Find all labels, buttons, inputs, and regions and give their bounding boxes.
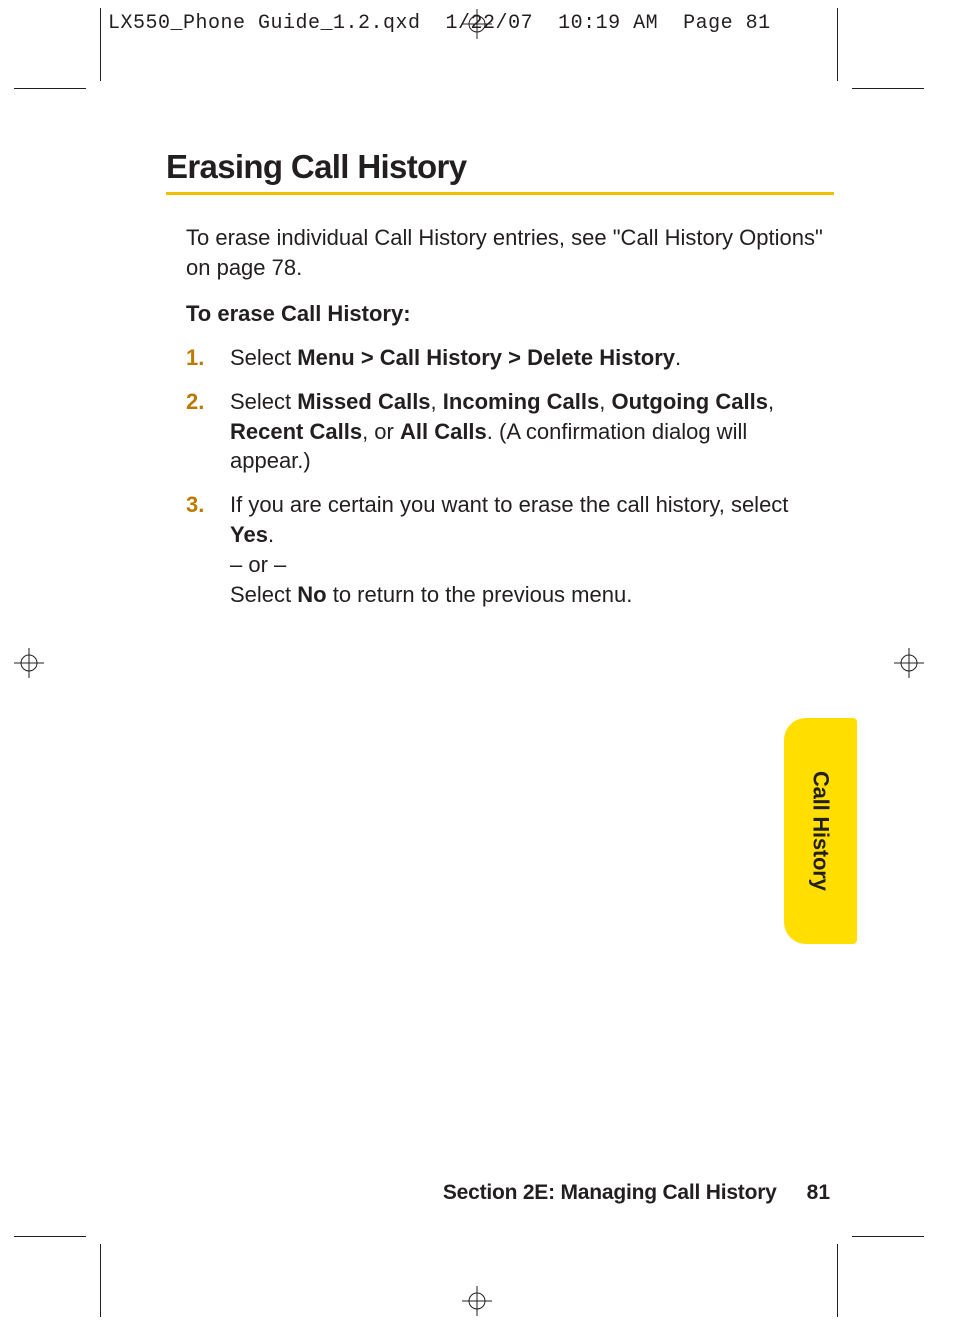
text: Select [230,389,297,414]
choice-no: No [297,582,326,607]
text: , [599,389,611,414]
menu-path: Menu > Call History > Delete History [297,345,675,370]
step-2: 2. Select Missed Calls, Incoming Calls, … [186,387,834,477]
or-separator: – or – [230,550,834,580]
procedure-heading: To erase Call History: [186,299,834,329]
option: All Calls [400,419,487,444]
side-tab-label: Call History [808,771,834,891]
option: Incoming Calls [443,389,599,414]
text: If you are certain you want to erase the… [230,492,788,517]
step-number: 2. [186,387,230,477]
step-text: Select Missed Calls, Incoming Calls, Out… [230,387,834,477]
page-title: Erasing Call History [166,148,834,186]
text: Select [230,345,297,370]
registration-mark-icon [14,648,44,678]
step-text: Select Menu > Call History > Delete Hist… [230,343,834,373]
print-slug: LX550_Phone Guide_1.2.qxd 1/22/07 10:19 … [108,12,771,35]
registration-mark-icon [462,1286,492,1316]
option: Recent Calls [230,419,362,444]
step-1: 1. Select Menu > Call History > Delete H… [186,343,834,373]
option: Outgoing Calls [612,389,768,414]
section-label: Section 2E: Managing Call History [443,1181,777,1205]
option: Missed Calls [297,389,430,414]
text: . [268,522,274,547]
text: , or [362,419,400,444]
step-text: If you are certain you want to erase the… [230,490,834,610]
text: to return to the previous menu. [327,582,633,607]
text: , [431,389,443,414]
step-number: 3. [186,490,230,610]
text: . [675,345,681,370]
intro-paragraph: To erase individual Call History entries… [186,223,834,283]
step-number: 1. [186,343,230,373]
text: , [768,389,774,414]
registration-mark-icon [894,648,924,678]
text: Select [230,582,297,607]
page-footer: Section 2E: Managing Call History 81 [166,1181,834,1205]
section-side-tab: Call History [784,718,857,944]
page-number: 81 [807,1181,830,1205]
choice-yes: Yes [230,522,268,547]
step-3: 3. If you are certain you want to erase … [186,490,834,610]
title-underline [166,192,834,195]
